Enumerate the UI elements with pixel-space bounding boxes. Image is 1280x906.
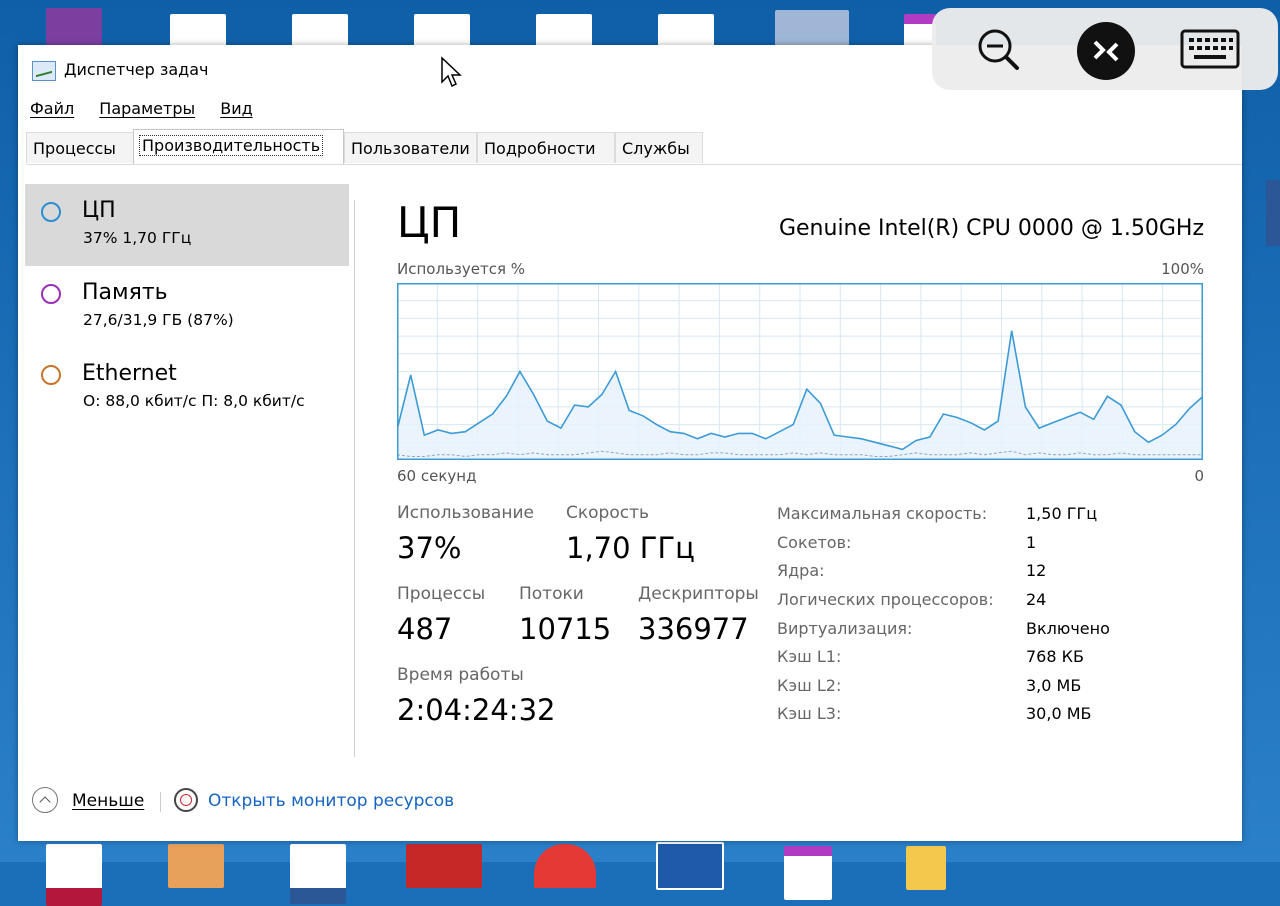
spec-label-sockets: Сокетов: [777, 533, 852, 552]
spec-value-sockets: 1 [1026, 533, 1037, 552]
spec-value-logical-processors: 24 [1026, 590, 1047, 609]
zoom-out-icon[interactable] [976, 27, 1020, 71]
keyboard-icon[interactable] [1180, 29, 1240, 69]
graph-y-max: 100% [1161, 260, 1204, 278]
spec-label-cache-l3: Кэш L3: [777, 704, 842, 723]
resource-summary: 27,6/31,9 ГБ (87%) [83, 311, 234, 329]
resource-name: ЦП [82, 198, 116, 223]
processes-label: Процессы [397, 584, 486, 604]
resource-summary: 37% 1,70 ГГц [83, 229, 192, 247]
desktop-icon-shortcut-bottom[interactable] [656, 842, 724, 890]
spec-label-cache-l2: Кэш L2: [777, 676, 842, 695]
spec-value-cores: 12 [1026, 561, 1047, 580]
usage-label: Использование [397, 503, 534, 523]
resource-item-memory[interactable]: Память 27,6/31,9 ГБ (87%) [25, 266, 349, 348]
cpu-usage-graph [397, 283, 1203, 460]
spec-label-virtualization: Виртуализация: [777, 619, 913, 638]
open-resource-monitor-link[interactable]: Открыть монитор ресурсов [208, 791, 454, 811]
footer-bar: Меньше Открыть монитор ресурсов [18, 783, 718, 823]
task-manager-window[interactable]: Диспетчер задач Файл Параметры Вид Проце… [18, 45, 1242, 841]
uptime-label: Время работы [397, 665, 524, 685]
cpu-title: ЦП [397, 198, 462, 247]
footer-separator [160, 792, 161, 812]
desktop-icon-document-bottom[interactable] [290, 844, 346, 904]
spec-value-cache-l3: 30,0 МБ [1026, 704, 1092, 723]
resource-monitor-icon[interactable] [174, 788, 198, 812]
speed-label: Скорость [566, 503, 649, 523]
resource-name: Память [82, 280, 168, 305]
speed-value: 1,70 ГГц [566, 531, 695, 565]
graph-x-label: 60 секунд [397, 467, 477, 485]
usage-value: 37% [397, 531, 462, 565]
desktop-icon-folder-bottom[interactable] [906, 846, 946, 890]
ethernet-indicator-icon [41, 365, 61, 385]
desktop-icon-pdf-bottom[interactable] [46, 844, 102, 906]
graph-y-min: 0 [1194, 467, 1204, 485]
task-manager-icon [32, 61, 56, 81]
fewer-details-button[interactable]: Меньше [72, 791, 144, 811]
uptime-value: 2:04:24:32 [397, 693, 556, 727]
desktop-icon-word-right[interactable] [1266, 180, 1280, 246]
threads-label: Потоки [519, 584, 584, 604]
panel-divider [354, 200, 355, 757]
memory-indicator-icon [41, 284, 61, 304]
spec-label-max-speed: Максимальная скорость: [777, 504, 988, 523]
resource-name: Ethernet [82, 361, 177, 386]
tab-details[interactable]: Подробности [477, 132, 615, 163]
desktop-icon-app-bottom[interactable] [406, 844, 482, 888]
mouse-cursor-icon [441, 56, 462, 88]
window-title: Диспетчер задач [64, 60, 209, 79]
desktop-icon-png-bottom[interactable] [784, 846, 832, 900]
cpu-model: Genuine Intel(R) CPU 0000 @ 1.50GHz [778, 216, 1204, 241]
desktop-icon-app-round-bottom[interactable] [534, 844, 596, 888]
desktop-icon-image-bottom[interactable] [168, 844, 224, 888]
tab-bar: Процессы Производительность Пользователи… [26, 129, 1242, 165]
chevron-up-icon[interactable] [32, 787, 58, 813]
resource-item-ethernet[interactable]: Ethernet О: 88,0 кбит/с П: 8,0 кбит/с [25, 347, 349, 429]
spec-value-cache-l1: 768 КБ [1026, 647, 1084, 666]
tab-services[interactable]: Службы [615, 132, 703, 163]
tab-processes[interactable]: Процессы [26, 132, 135, 163]
tab-performance[interactable]: Производительность [133, 129, 344, 164]
menu-options[interactable]: Параметры [99, 99, 195, 118]
graph-y-label: Используется % [397, 260, 525, 278]
remote-desktop-toolbar [932, 8, 1278, 90]
cpu-indicator-icon [41, 202, 61, 222]
processes-value: 487 [397, 612, 453, 646]
handles-value: 336977 [638, 612, 749, 646]
remote-connection-icon[interactable] [1077, 22, 1135, 80]
menu-bar: Файл Параметры Вид [30, 99, 273, 118]
threads-value: 10715 [519, 612, 612, 646]
spec-value-max-speed: 1,50 ГГц [1026, 504, 1098, 523]
spec-value-virtualization: Включено [1026, 619, 1110, 638]
tab-users[interactable]: Пользователи [344, 132, 477, 163]
resource-summary: О: 88,0 кбит/с П: 8,0 кбит/с [83, 392, 305, 410]
handles-label: Дескрипторы [638, 584, 759, 604]
spec-label-cache-l1: Кэш L1: [777, 647, 842, 666]
resource-item-cpu[interactable]: ЦП 37% 1,70 ГГц [25, 184, 349, 266]
spec-label-logical-processors: Логических процессоров: [777, 590, 994, 609]
spec-label-cores: Ядра: [777, 561, 825, 580]
menu-view[interactable]: Вид [220, 99, 252, 118]
menu-file[interactable]: Файл [30, 99, 74, 118]
spec-value-cache-l2: 3,0 МБ [1026, 676, 1082, 695]
